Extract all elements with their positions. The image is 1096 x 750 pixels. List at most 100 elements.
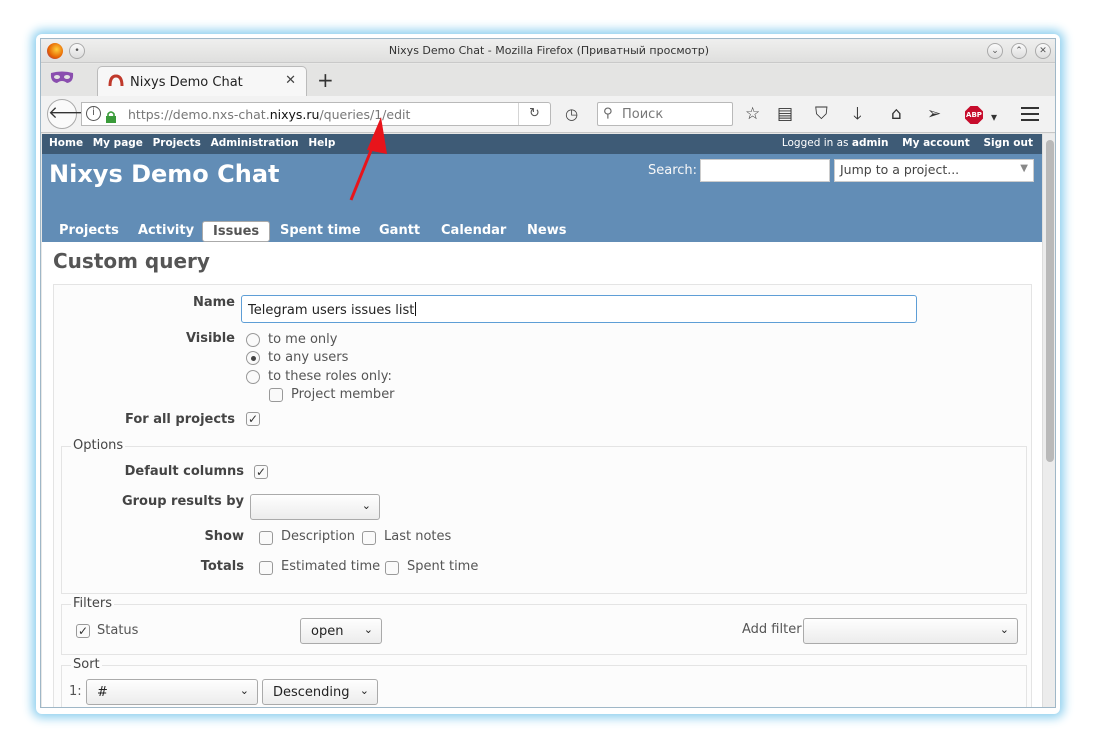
navigation-toolbar: 🡐 i https://demo.nxs-chat.nixys.ru/queri… — [41, 96, 1055, 133]
tab-issues[interactable]: Issues — [202, 221, 271, 242]
sort-field-select[interactable]: # ⌄ — [86, 679, 258, 705]
adblock-icon[interactable]: ABP — [965, 106, 983, 124]
sort-direction-select[interactable]: Descending ⌄ — [262, 679, 378, 705]
show-last-notes-label: Last notes — [384, 529, 452, 544]
tab-title: Nixys Demo Chat — [130, 75, 243, 90]
home-icon[interactable]: ⌂ — [891, 104, 902, 124]
tab-close-icon[interactable]: ✕ — [285, 73, 296, 88]
chevron-down-icon: ⌄ — [999, 623, 1009, 636]
add-filter-select[interactable]: ⌄ — [803, 618, 1018, 644]
send-icon[interactable]: ➢ — [927, 104, 941, 124]
lock-icon — [106, 108, 116, 123]
url-bar[interactable]: i https://demo.nxs-chat.nixys.ru/queries… — [81, 102, 551, 126]
page-content: Home My page Projects Administration Hel… — [42, 134, 1042, 707]
totals-estimated-label: Estimated time — [281, 559, 381, 574]
add-filter-label: Add filter — [742, 622, 802, 637]
tab-calendar[interactable]: Calendar — [441, 221, 506, 242]
pocket-icon[interactable]: ⛉ — [815, 104, 828, 124]
tab-gantt[interactable]: Gantt — [379, 221, 420, 242]
chevron-down-icon: ⌄ — [239, 684, 249, 697]
filters-fieldset: Filters ✓ Status open ⌄ Add filter ⌄ — [61, 596, 1027, 655]
totals-spent-checkbox[interactable] — [385, 561, 399, 575]
tab-spent-time[interactable]: Spent time — [280, 221, 361, 242]
browser-tab[interactable]: Nixys Demo Chat ✕ — [97, 66, 307, 96]
quick-search-input[interactable] — [700, 159, 830, 182]
private-browsing-icon — [49, 70, 75, 88]
top-menu-my-account[interactable]: My account — [902, 137, 970, 149]
filters-legend: Filters — [71, 596, 114, 611]
group-results-label: Group results by — [121, 494, 244, 509]
top-menu-administration[interactable]: Administration — [211, 137, 299, 149]
minimize-icon[interactable]: ⌄ — [987, 43, 1003, 59]
filter-status-checkbox[interactable]: ✓ — [76, 624, 90, 638]
downloads-icon[interactable]: 🡓 — [853, 104, 862, 124]
sort-fieldset: Sort 1: # ⌄ Descending ⌄ — [61, 657, 1027, 707]
top-menu: Home My page Projects Administration Hel… — [42, 134, 1042, 154]
visible-me-only-radio[interactable] — [246, 333, 260, 347]
top-menu-my-page[interactable]: My page — [93, 137, 143, 149]
search-label: Search: — [648, 163, 698, 178]
visible-roles-label: to these roles only: — [268, 369, 392, 384]
info-icon[interactable]: i — [86, 106, 101, 121]
window-title: Nixys Demo Chat - Mozilla Firefox (Прива… — [388, 44, 710, 57]
sort-index-label: 1: — [69, 684, 82, 699]
reload-icon[interactable]: ↻ — [518, 103, 550, 125]
site-favicon-icon — [108, 74, 124, 88]
title-bar: • Nixys Demo Chat - Mozilla Firefox (При… — [41, 39, 1055, 63]
top-menu-projects[interactable]: Projects — [153, 137, 201, 149]
search-placeholder: Поиск — [622, 107, 664, 122]
chevron-down-icon: ⌄ — [363, 623, 373, 636]
jump-to-project-select[interactable]: Jump to a project... ▼ — [834, 159, 1034, 182]
filter-status-operator-select[interactable]: open ⌄ — [300, 618, 382, 644]
new-tab-icon[interactable]: + — [317, 68, 334, 92]
default-columns-checkbox[interactable]: ✓ — [254, 465, 268, 479]
query-name-input[interactable]: Telegram users issues list — [241, 295, 917, 323]
name-label: Name — [192, 295, 235, 310]
search-field[interactable]: ⚲ Поиск — [597, 102, 733, 126]
page-scrollbar[interactable] — [1042, 134, 1055, 707]
history-clock-icon[interactable]: ◷ — [565, 105, 578, 123]
role-project-member-label: Project member — [291, 387, 395, 402]
totals-spent-label: Spent time — [407, 559, 479, 574]
reading-list-icon[interactable]: ▤ — [777, 104, 793, 124]
query-form: Name Telegram users issues list Visible … — [53, 284, 1032, 707]
visible-roles-radio[interactable] — [246, 370, 260, 384]
filter-status-label: Status — [97, 623, 139, 638]
logged-in-status: Logged in as admin — [781, 137, 889, 149]
visible-any-users-radio[interactable] — [246, 351, 260, 365]
chevron-down-icon[interactable]: ▾ — [991, 107, 997, 127]
scrollbar-thumb[interactable] — [1046, 140, 1054, 462]
role-project-member-checkbox[interactable] — [269, 388, 283, 402]
user-link[interactable]: admin — [852, 137, 889, 149]
back-arrow-icon[interactable]: 🡐 — [47, 99, 94, 129]
for-all-projects-checkbox[interactable]: ✓ — [246, 412, 260, 426]
for-all-projects-label: For all projects — [124, 412, 235, 427]
site-title[interactable]: Nixys Demo Chat — [49, 160, 280, 188]
show-description-checkbox[interactable] — [259, 531, 273, 545]
default-columns-label: Default columns — [124, 464, 244, 479]
maximize-icon[interactable]: ⌃ — [1011, 43, 1027, 59]
totals-estimated-checkbox[interactable] — [259, 561, 273, 575]
search-icon: ⚲ — [603, 106, 613, 121]
text-cursor — [415, 302, 417, 316]
sort-legend: Sort — [71, 657, 102, 672]
page-title: Custom query — [53, 249, 210, 273]
visible-label: Visible — [185, 331, 235, 346]
tab-activity[interactable]: Activity — [138, 221, 194, 242]
dropdown-arrow-icon: ▼ — [1020, 163, 1028, 174]
close-window-icon[interactable]: ✕ — [1035, 43, 1051, 59]
totals-label: Totals — [200, 559, 244, 574]
hamburger-menu-icon[interactable] — [1021, 107, 1039, 121]
tab-news[interactable]: News — [527, 221, 566, 242]
show-last-notes-checkbox[interactable] — [362, 531, 376, 545]
top-menu-help[interactable]: Help — [308, 137, 335, 149]
bookmark-star-icon[interactable]: ☆ — [745, 104, 760, 124]
visible-me-only-label: to me only — [268, 332, 338, 347]
tab-bar: Nixys Demo Chat ✕ + — [41, 64, 1055, 96]
top-menu-sign-out[interactable]: Sign out — [983, 137, 1033, 149]
group-results-select[interactable]: ⌄ — [250, 494, 380, 520]
top-menu-home[interactable]: Home — [49, 137, 83, 149]
chevron-down-icon: ⌄ — [361, 499, 371, 512]
tab-projects[interactable]: Projects — [59, 221, 119, 242]
browser-window: • Nixys Demo Chat - Mozilla Firefox (При… — [40, 38, 1056, 708]
